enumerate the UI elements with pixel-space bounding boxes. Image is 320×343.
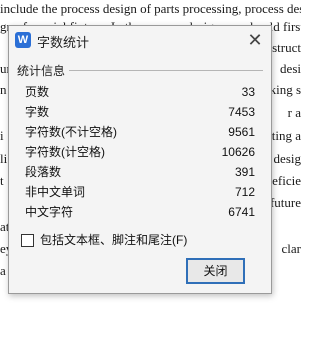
stat-value: 33 — [241, 85, 255, 99]
stat-value: 6741 — [228, 205, 255, 219]
stat-value: 9561 — [228, 125, 255, 139]
dialog-title: 字数统计 — [37, 35, 90, 50]
stat-label: 字数 — [25, 105, 50, 119]
section-title: 统计信息 — [17, 62, 70, 79]
stat-value: 7453 — [228, 105, 255, 119]
stat-label: 页数 — [25, 85, 50, 99]
stat-label: 字符数(不计空格) — [25, 125, 117, 139]
stat-row-chinese-characters: 中文字符 6741 — [25, 202, 255, 222]
document-line-right-text: future — [269, 195, 301, 210]
close-icon[interactable]: ✕ — [245, 30, 265, 50]
stat-label: 非中文单词 — [25, 185, 86, 199]
document-line-right-text: clar — [281, 241, 301, 256]
stat-value: 712 — [234, 185, 255, 199]
include-textboxes-checkbox[interactable] — [21, 234, 34, 247]
stat-row-non-chinese-words: 非中文单词 712 — [25, 182, 255, 202]
word-count-dialog: W 字数统计 ✕ 统计信息 页数 33 字数 7453 字符数(不计空格) 95… — [8, 25, 272, 294]
wps-app-icon: W — [15, 32, 31, 48]
include-textboxes-label[interactable]: 包括文本框、脚注和尾注(F) — [40, 232, 187, 248]
document-line-right-text: desi — [280, 61, 301, 76]
stat-row-paragraphs: 段落数 391 — [25, 162, 255, 182]
document-line-right-text: r a — [287, 105, 301, 120]
stat-row-pages: 页数 33 — [25, 82, 255, 102]
document-line-left-text: n — [0, 82, 7, 97]
statistics-list: 页数 33 字数 7453 字符数(不计空格) 9561 字符数(计空格) 10… — [25, 82, 255, 222]
close-button[interactable]: 关闭 — [186, 258, 245, 284]
document-line-left-text: i — [0, 128, 4, 143]
stat-row-characters-no-spaces: 字符数(不计空格) 9561 — [25, 122, 255, 142]
dialog-titlebar[interactable]: W 字数统计 ✕ — [9, 26, 271, 54]
stat-label: 中文字符 — [25, 205, 74, 219]
stat-label: 字符数(计空格) — [25, 145, 105, 159]
stat-value: 391 — [234, 165, 255, 179]
document-line-left-text: li — [0, 151, 8, 166]
document-line-right-text: tting a — [268, 128, 301, 143]
statistics-section-header: 统计信息 — [17, 62, 263, 79]
stat-row-characters-with-spaces: 字符数(计空格) 10626 — [25, 142, 255, 162]
stat-value: 10626 — [221, 145, 255, 159]
document-line-right-text: struct — [272, 40, 301, 55]
document-line-left-text: include the process design of parts proc… — [0, 1, 301, 16]
stat-label: 段落数 — [25, 165, 62, 179]
document-line-left-text: t — [0, 173, 4, 188]
document-line: include the process design of parts proc… — [0, 0, 301, 18]
document-line-left-text: a — [0, 263, 6, 278]
stat-row-words: 字数 7453 — [25, 102, 255, 122]
